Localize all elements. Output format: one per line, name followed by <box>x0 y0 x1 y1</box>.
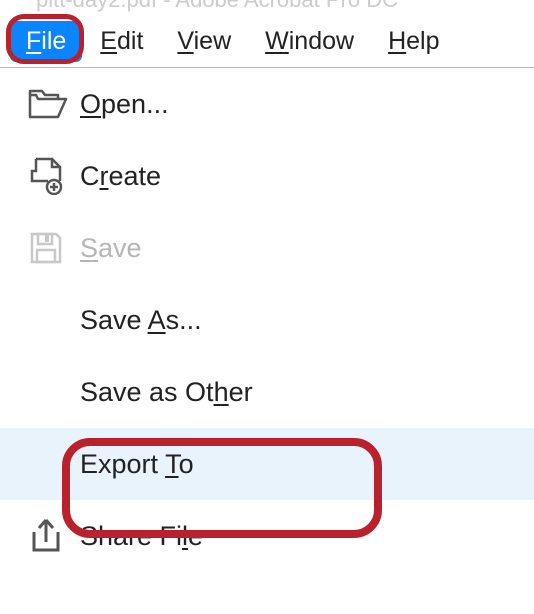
exportto-post: o <box>179 449 194 479</box>
menuitem-create[interactable]: Create <box>0 140 534 212</box>
saveother-pre: Save as Ot <box>80 377 214 407</box>
window-title: pitt-day2.pdf - Adobe Acrobat Pro DC <box>0 0 534 16</box>
menuitem-save: Save <box>0 212 534 284</box>
menu-view-u: V <box>177 27 193 55</box>
create-pre: C <box>80 161 100 191</box>
menuitem-save-as[interactable]: Save As... <box>0 284 534 356</box>
menu-help-post: elp <box>406 27 439 55</box>
menuitem-save-as-other[interactable]: Save as Other <box>0 356 534 428</box>
menuitem-export-to[interactable]: Export To <box>0 428 534 500</box>
menu-view[interactable]: View <box>161 21 247 62</box>
menu-help-u: H <box>388 27 406 55</box>
create-u: r <box>100 161 109 191</box>
menuitem-open[interactable]: Open... <box>0 68 534 140</box>
menuitem-save-label: Save <box>80 233 534 264</box>
exportto-pre: Export <box>80 449 165 479</box>
floppy-save-icon <box>28 228 80 268</box>
menuitem-open-label: Open... <box>80 89 534 120</box>
menu-view-post: iew <box>194 27 232 55</box>
menuitem-share-file[interactable]: Share File <box>0 500 534 572</box>
folder-open-icon <box>28 84 80 124</box>
exportto-u: T <box>165 449 179 479</box>
menuitem-export-to-label: Export To <box>80 449 534 480</box>
menu-edit[interactable]: Edit <box>84 21 159 62</box>
menuitem-save-as-other-label: Save as Other <box>80 377 534 408</box>
menu-file[interactable]: File <box>10 21 82 62</box>
menu-file-u: F <box>26 27 41 55</box>
menuitem-save-as-label: Save As... <box>80 305 534 336</box>
save-u: S <box>80 233 98 263</box>
saveas-u: A <box>148 305 166 335</box>
menu-edit-post: dit <box>117 27 143 55</box>
menu-file-post: ile <box>41 27 66 55</box>
menu-window-post: indow <box>289 27 354 55</box>
save-post: ave <box>98 233 142 263</box>
menu-edit-u: E <box>100 27 117 55</box>
menu-help[interactable]: Help <box>372 21 455 62</box>
menuitem-create-label: Create <box>80 161 534 192</box>
create-page-plus-icon <box>28 156 80 196</box>
saveother-u: h <box>214 377 229 407</box>
share-upload-icon <box>28 516 80 556</box>
saveother-post: er <box>229 377 253 407</box>
sharefile-pre: Share Fi <box>80 521 182 551</box>
saveas-pre: Save <box>80 305 148 335</box>
open-u: O <box>80 89 101 119</box>
menuitem-share-file-label: Share File <box>80 521 534 552</box>
menu-window[interactable]: Window <box>249 21 370 62</box>
sharefile-post: e <box>188 521 203 551</box>
file-dropdown: Open... Create Save <box>0 68 534 572</box>
menu-window-u: W <box>265 27 289 55</box>
menubar: File Edit View Window Help <box>0 16 534 68</box>
open-post: pen... <box>101 89 169 119</box>
saveas-post: s... <box>166 305 202 335</box>
create-post: eate <box>109 161 162 191</box>
